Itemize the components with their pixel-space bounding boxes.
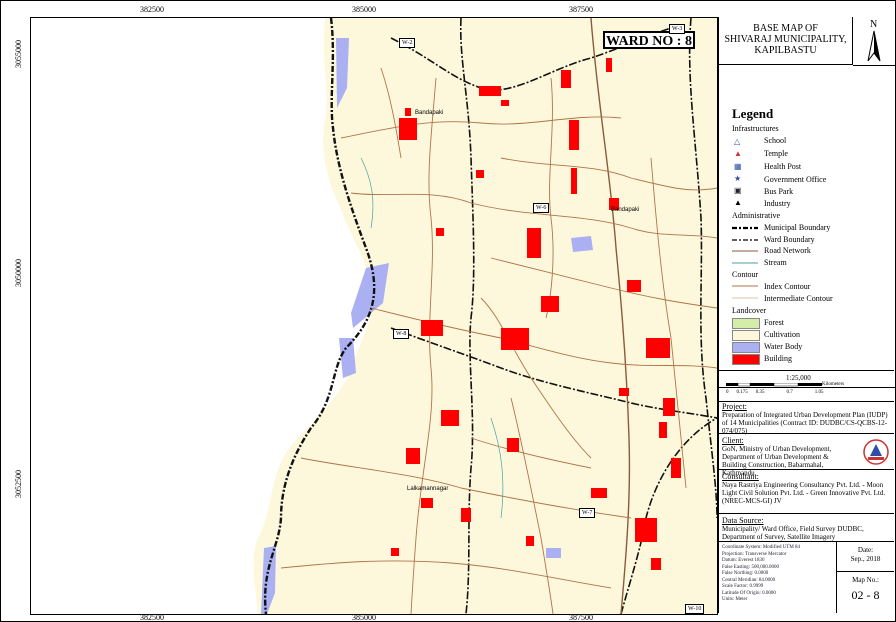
x-tick-top-3: 387500 <box>569 5 593 14</box>
coord-info: Coordinate System: Modified UTM 84 Proje… <box>722 545 800 604</box>
coord-line-8: Units: Meter <box>722 597 748 602</box>
water-body <box>546 548 561 558</box>
contour-heading: Contour <box>732 270 759 279</box>
legend-industry: Industry <box>764 199 791 208</box>
map-svg <box>31 18 717 614</box>
x-tick-top-2: 385000 <box>352 5 376 14</box>
map-canvas[interactable]: WARD NO : 8 W-2 W-3 W-6 W-8 W-7 W-10 Ban… <box>30 17 718 615</box>
scale-label-1: 0.175 <box>736 390 748 395</box>
contour-symbols <box>732 285 758 299</box>
legend-health-post: Health Post <box>764 162 802 171</box>
legend-stream: Stream <box>764 258 787 267</box>
building-swatch <box>732 354 760 365</box>
legend-building: Building <box>764 354 793 363</box>
admin-heading: Administrative <box>732 211 780 220</box>
data-source-section: Data Source: Municipality/ Ward Office, … <box>718 514 894 542</box>
forest-swatch <box>732 318 760 329</box>
scale-section: 1:25,000 Kilometers 0 0.175 0.35 0.7 1.0… <box>718 370 894 402</box>
data-source-heading: Data Source: <box>722 516 764 525</box>
scale-label-2: 0.35 <box>755 390 765 395</box>
project-section: Project: Preparation of Integrated Urban… <box>718 400 894 435</box>
ward-box-w8: W-8 <box>393 329 410 339</box>
y-tick-left-1: 3055000 <box>14 40 23 68</box>
x-tick-top-1: 382500 <box>140 5 164 14</box>
health-post-icon: ▦ <box>734 162 742 171</box>
legend-school: School <box>764 136 787 145</box>
place-label-1: Bandapaki <box>415 110 444 116</box>
scale-label-3: 0.7 <box>786 390 793 395</box>
scale-label-4: 1.05 <box>814 390 824 395</box>
admin-symbols <box>732 226 758 264</box>
legend-road-network: Road Network <box>764 246 811 255</box>
legend-title: Legend <box>732 106 774 121</box>
legend-bus-park: Bus Park <box>764 187 794 196</box>
scale-label-0: 0 <box>726 390 729 395</box>
date-value: Sep., 2018 <box>850 555 881 563</box>
client-section: Client: GoN, Ministry of Urban Developme… <box>718 434 894 477</box>
scale-unit: Kilometers <box>822 382 845 387</box>
ward-box-w6: W-6 <box>533 203 550 213</box>
map-number-label: Map No.: <box>852 576 879 584</box>
client-heading: Client: <box>722 436 744 445</box>
date-label: Date: <box>857 546 874 554</box>
place-label-3: Bandapaki <box>611 207 640 213</box>
legend-municipal-boundary: Municipal Boundary <box>764 223 831 232</box>
map-number-value: 02 - 8 <box>851 588 880 602</box>
legend-index-contour: Index Contour <box>764 282 811 291</box>
scale-ratio: 1:25,000 <box>786 374 811 382</box>
map-number-box: Map No.: 02 - 8 <box>836 572 894 613</box>
date-box: Date: Sep., 2018 <box>836 542 894 572</box>
place-label-2: Lalkamannagar <box>407 486 449 492</box>
legend-forest: Forest <box>764 318 784 327</box>
legend-temple: Temple <box>764 149 788 158</box>
industry-icon: ▲ <box>734 198 742 207</box>
y-tick-left-2: 3050000 <box>14 259 23 287</box>
project-text: Preparation of Integrated Urban Developm… <box>722 411 888 435</box>
legend-gov-office: Government Office <box>764 175 827 184</box>
government-office-icon: ★ <box>734 174 742 183</box>
school-icon: △ <box>734 137 741 146</box>
ward-box-w10: W-10 <box>685 604 705 614</box>
legend-intermediate-contour: Intermediate Contour <box>764 294 833 303</box>
consultant-heading: Consultant: <box>722 472 759 481</box>
scale-labels: 0 0.175 0.35 0.7 1.05 <box>726 390 836 395</box>
bus-park-icon: ▣ <box>734 186 742 195</box>
ward-box-w3: W-3 <box>669 24 686 34</box>
legend-ward-boundary: Ward Boundary <box>764 235 815 244</box>
legend-water-body: Water Body <box>764 342 803 351</box>
temple-icon: ▲ <box>734 149 742 158</box>
consultant-section: Consultant: Naya Rastriya Engineering Co… <box>718 470 894 514</box>
landcover-heading: Landcover <box>732 306 767 315</box>
infra-heading: Infrastructures <box>732 124 779 133</box>
ward-box-w2: W-2 <box>399 38 416 48</box>
data-source-text: Municipality/ Ward Office, Field Survey … <box>722 525 864 541</box>
water-body <box>571 236 593 252</box>
y-tick-left-3: 3052500 <box>14 470 23 498</box>
nepal-emblem-icon <box>863 439 889 465</box>
water-swatch <box>732 342 760 353</box>
coord-line-0: Coordinate System: Modified UTM 84 <box>722 545 801 550</box>
legend-cultivation: Cultivation <box>764 330 800 339</box>
ward-box-w7: W-7 <box>579 508 596 518</box>
consultant-text: Naya Rastriya Engineering Consultancy Pv… <box>722 481 886 505</box>
cultivation-swatch <box>732 330 760 341</box>
coord-section: Coordinate System: Modified UTM 84 Proje… <box>718 542 894 613</box>
project-heading: Project: <box>722 402 747 411</box>
